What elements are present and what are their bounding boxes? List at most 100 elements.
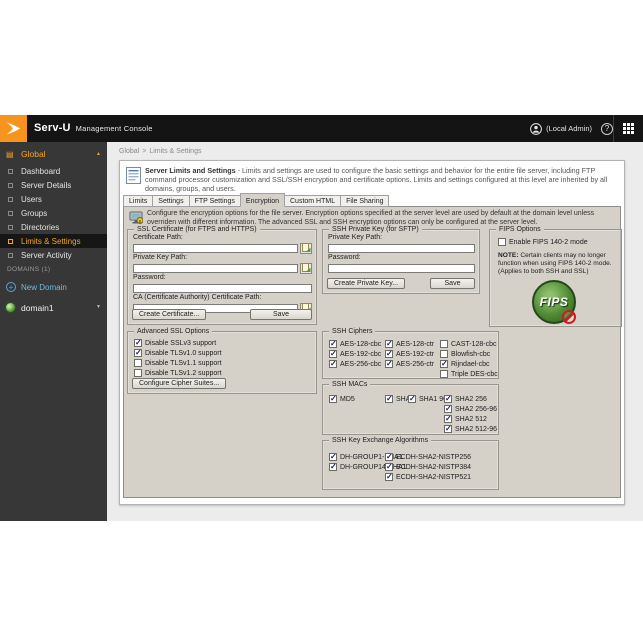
checkbox-rijndael-cbc[interactable]: [440, 360, 448, 368]
checkbox-aes-256-cbc[interactable]: [329, 360, 337, 368]
checkbox-ecdh-sha2-nistp521[interactable]: [385, 473, 393, 481]
checkbox-row-disable-tlsv1-0-support[interactable]: Disable TLSv1.0 support: [134, 348, 222, 358]
checkbox-sha2-256[interactable]: [444, 395, 452, 403]
global-server-icon: ▤: [6, 150, 14, 159]
create-private-key-button[interactable]: Create Private Key...: [327, 278, 405, 289]
browse-file-button[interactable]: [300, 263, 312, 274]
plus-icon: +: [6, 282, 16, 292]
user-label: (Local Admin): [546, 124, 592, 133]
private-key-path-input[interactable]: [133, 264, 298, 273]
checkbox-row-ecdh-sha2-nistp521[interactable]: ECDH-SHA2-NISTP521: [385, 472, 471, 482]
sidebar-item-limits-settings[interactable]: Limits & Settings: [0, 234, 107, 248]
checkbox-aes-192-ctr[interactable]: [385, 350, 393, 358]
checkbox-dh-group14-sha1[interactable]: [329, 463, 337, 471]
tab-settings[interactable]: Settings: [152, 195, 189, 207]
sidebar-item-groups[interactable]: Groups: [0, 206, 107, 220]
checkbox-row-aes-128-cbc[interactable]: AES-128-cbc: [329, 339, 381, 349]
breadcrumb-root[interactable]: Global: [119, 148, 139, 155]
checkbox-row-sha2-512[interactable]: SHA2 512: [444, 414, 497, 424]
checkbox-row-ecdh-sha2-nistp384[interactable]: ECDH-SHA2-NISTP384: [385, 462, 471, 472]
ssl-save-button[interactable]: Save: [250, 309, 312, 320]
create-certificate-button[interactable]: Create Certificate...: [132, 309, 206, 320]
checkbox-row-triple-des-cbc[interactable]: Triple DES-cbc: [440, 369, 498, 379]
ssh-save-button[interactable]: Save: [430, 278, 475, 289]
sidebar-global-header[interactable]: ▤ Global ▲: [0, 146, 107, 162]
checkbox-row-ecdh-sha2-nistp256[interactable]: ECDH-SHA2-NISTP256: [385, 452, 471, 462]
checkbox-sha1[interactable]: [385, 395, 393, 403]
checkbox-disable-sslv3-support[interactable]: [134, 339, 142, 347]
fips-options-group: FIPS Options Enable FIPS 140-2 mode NOTE…: [489, 229, 622, 327]
password-input[interactable]: [133, 284, 312, 293]
checkbox-row-disable-sslv3-support[interactable]: Disable SSLv3 support: [134, 338, 222, 348]
solarwinds-logo: [0, 115, 27, 142]
tab-ftp-settings[interactable]: FTP Settings: [189, 195, 241, 207]
checkbox-row-aes-256-cbc[interactable]: AES-256-cbc: [329, 359, 381, 369]
checkbox-row-blowfish-cbc[interactable]: Blowfish-cbc: [440, 349, 498, 359]
page-description: Server Limits and Settings - Limits and …: [145, 166, 617, 193]
checkbox-cast-128-cbc[interactable]: [440, 340, 448, 348]
checkbox-md5[interactable]: [329, 395, 337, 403]
user-menu[interactable]: (Local Admin): [530, 123, 592, 135]
private-key-path-input[interactable]: [328, 244, 475, 253]
configure-cipher-suites-button[interactable]: Configure Cipher Suites...: [132, 378, 226, 389]
checkbox-row-sha1-96[interactable]: SHA1 96: [408, 394, 447, 404]
checkbox-disable-tlsv1-0-support[interactable]: [134, 349, 142, 357]
checkbox-dh-group1-sha1[interactable]: [329, 453, 337, 461]
checkbox-aes-128-ctr[interactable]: [385, 340, 393, 348]
checkbox-row-aes-128-ctr[interactable]: AES-128-ctr: [385, 339, 434, 349]
browse-file-button[interactable]: [300, 243, 312, 254]
checkbox-aes-128-cbc[interactable]: [329, 340, 337, 348]
checkbox-enable-fips-140-2-mode[interactable]: [498, 238, 506, 246]
checkbox-blowfish-cbc[interactable]: [440, 350, 448, 358]
checkbox-sha2-256-96[interactable]: [444, 405, 452, 413]
checkbox-row-rijndael-cbc[interactable]: Rijndael-cbc: [440, 359, 498, 369]
serv-u-console-window: Serv-UManagement Console (Local Admin) ?…: [0, 115, 643, 521]
new-domain-button[interactable]: + New Domain: [0, 281, 107, 295]
checkbox-disable-tlsv1-1-support[interactable]: [134, 359, 142, 367]
fips-note: NOTE: Certain clients may no longer func…: [498, 252, 618, 276]
checkbox-row-sha2-512-96[interactable]: SHA2 512-96: [444, 424, 497, 434]
app-title: Serv-UManagement Console: [34, 122, 153, 134]
checkbox-row-enable-fips-140-2-mode[interactable]: Enable FIPS 140-2 mode: [498, 237, 588, 247]
sidebar-item-domain1[interactable]: domain1 ▼: [0, 300, 107, 316]
checkbox-row-md5[interactable]: MD5: [329, 394, 355, 404]
checkbox-row-disable-tlsv1-2-support[interactable]: Disable TLSv1.2 support: [134, 368, 222, 378]
checkbox-sha1-96[interactable]: [408, 395, 416, 403]
sidebar-item-server-details[interactable]: Server Details: [0, 178, 107, 192]
expand-caret-icon[interactable]: ▼: [96, 304, 101, 310]
app-switcher-button[interactable]: [613, 115, 643, 142]
checkbox-ecdh-sha2-nistp384[interactable]: [385, 463, 393, 471]
field-label-password: Password:: [133, 274, 316, 282]
certificate-path-input[interactable]: [133, 244, 298, 253]
checkbox-row-aes-192-ctr[interactable]: AES-192-ctr: [385, 349, 434, 359]
checkbox-triple-des-cbc[interactable]: [440, 370, 448, 378]
checkbox-row-aes-192-cbc[interactable]: AES-192-cbc: [329, 349, 381, 359]
sidebar-item-users[interactable]: Users: [0, 192, 107, 206]
user-icon: [530, 123, 542, 135]
collapse-caret-icon[interactable]: ▲: [96, 151, 101, 157]
checkbox-row-cast-128-cbc[interactable]: CAST-128-cbc: [440, 339, 498, 349]
checkbox-row-aes-256-ctr[interactable]: AES-256-ctr: [385, 359, 434, 369]
checkbox-sha2-512-96[interactable]: [444, 425, 452, 433]
page-title: Server Limits and Settings: [145, 166, 236, 175]
checkbox-sha2-512[interactable]: [444, 415, 452, 423]
tab-encryption[interactable]: Encryption: [240, 193, 285, 207]
checkbox-row-sha2-256-96[interactable]: SHA2 256-96: [444, 404, 497, 414]
tab-file-sharing[interactable]: File Sharing: [340, 195, 389, 207]
checkbox-aes-192-cbc[interactable]: [329, 350, 337, 358]
tab-custom-html[interactable]: Custom HTML: [284, 195, 341, 207]
checkbox-row-disable-tlsv1-1-support[interactable]: Disable TLSv1.1 support: [134, 358, 222, 368]
checkbox-disable-tlsv1-2-support[interactable]: [134, 369, 142, 377]
tab-limits[interactable]: Limits: [123, 195, 153, 207]
field-label-password: Password:: [328, 254, 479, 262]
sidebar-item-dashboard[interactable]: Dashboard: [0, 164, 107, 178]
checkbox-aes-256-ctr[interactable]: [385, 360, 393, 368]
solarwinds-logo-icon: [5, 120, 22, 137]
sidebar-item-directories[interactable]: Directories: [0, 220, 107, 234]
checkbox-row-sha2-256[interactable]: SHA2 256: [444, 394, 497, 404]
checkbox-ecdh-sha2-nistp256[interactable]: [385, 453, 393, 461]
top-header-bar: Serv-UManagement Console (Local Admin) ?: [0, 115, 643, 142]
sidebar-item-server-activity[interactable]: Server Activity: [0, 248, 107, 262]
help-icon[interactable]: ?: [601, 123, 613, 135]
password-input[interactable]: [328, 264, 475, 273]
